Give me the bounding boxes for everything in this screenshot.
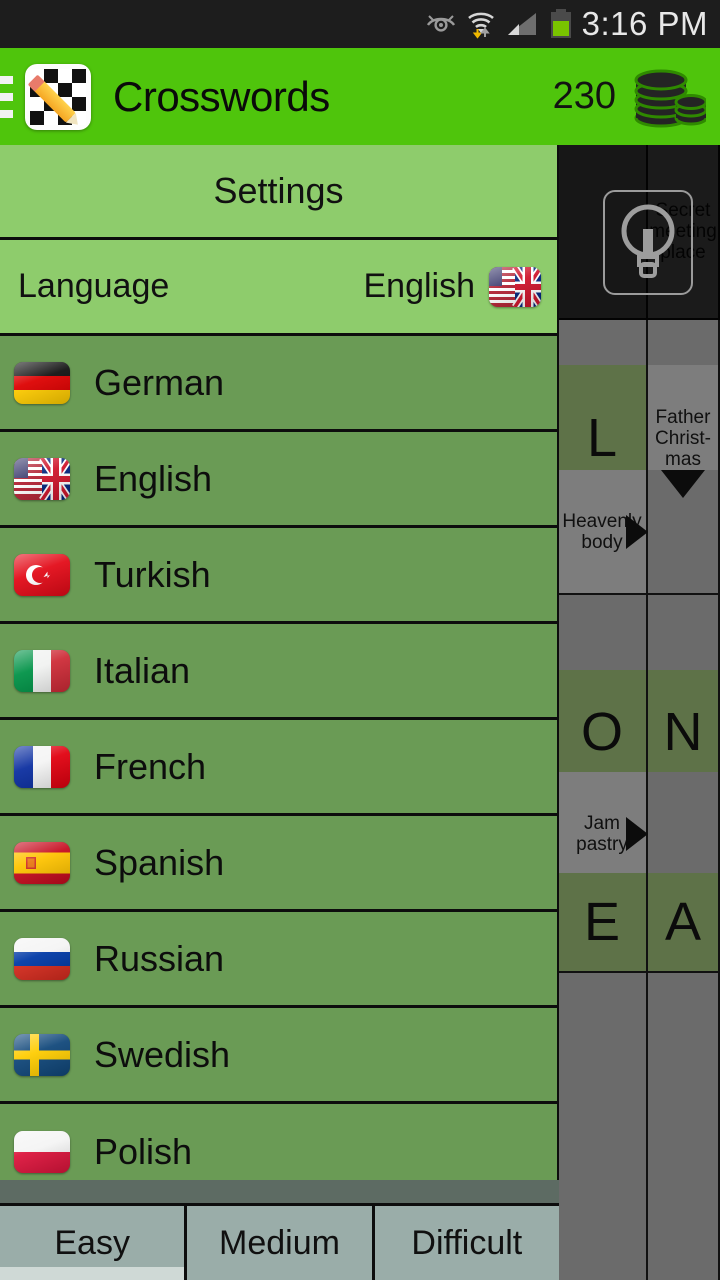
crossword-letter-cell[interactable]: A: [648, 873, 720, 973]
tab-medium[interactable]: Medium: [187, 1206, 375, 1280]
language-label: Language: [18, 267, 170, 305]
flag-pl-icon: [14, 1131, 70, 1173]
coins-icon: [630, 66, 708, 128]
letter-text: O: [580, 701, 623, 762]
language-list-item-italian[interactable]: Italian: [0, 624, 557, 720]
letter-text: A: [664, 892, 702, 952]
flag-us-uk-icon: [489, 266, 541, 307]
language-list-item-swedish[interactable]: Swedish: [0, 1008, 557, 1104]
app-title: Crosswords: [113, 72, 330, 120]
tab-difficult[interactable]: Difficult: [374, 1206, 559, 1280]
language-name: French: [94, 745, 207, 787]
app-screen: 3:16 PM Crosswords 230 L Father Christ-m…: [0, 0, 720, 1280]
flag-fr-icon: [14, 745, 70, 788]
language-value: English: [363, 267, 475, 305]
language-name: Spanish: [94, 841, 225, 883]
status-bar-icons: [426, 9, 572, 39]
tab-label: Easy: [54, 1223, 130, 1262]
hamburger-menu-icon[interactable]: [0, 75, 13, 118]
settings-panel: Settings Language English German English…: [0, 145, 559, 1205]
language-name: Polish: [94, 1131, 193, 1172]
language-list-item-spanish[interactable]: Spanish: [0, 816, 557, 912]
status-bar-clock: 3:16 PM: [581, 5, 708, 42]
language-setting-row[interactable]: Language English: [0, 240, 557, 336]
status-bar: 3:16 PM: [0, 0, 720, 48]
flag-es-icon: [14, 841, 70, 884]
page-title: Settings: [213, 170, 344, 211]
crossword-cell[interactable]: [558, 973, 648, 1280]
letter-text: N: [663, 701, 703, 762]
crossword-app-icon: [25, 63, 91, 130]
smart-stay-eye-icon: [426, 13, 456, 35]
language-list-item-russian[interactable]: Russian: [0, 912, 557, 1008]
letter-text: L: [586, 408, 618, 468]
crossword-arrow-right-icon: [626, 515, 648, 549]
language-list-item-turkish[interactable]: Turkish: [0, 528, 557, 624]
coin-count: 230: [552, 75, 616, 117]
crossword-letter-cell[interactable]: E: [558, 873, 648, 973]
wifi-icon: [466, 9, 496, 39]
flag-it-icon: [14, 649, 70, 692]
flag-se-icon: [14, 1033, 70, 1076]
panel-bottom-strip: [0, 1180, 559, 1203]
crossword-cell[interactable]: [648, 973, 720, 1280]
language-name: English: [94, 457, 213, 499]
app-bar: Crosswords 230: [0, 48, 720, 145]
clue-text: Father Christ-mas: [655, 406, 711, 470]
language-name: Turkish: [94, 553, 211, 595]
crossword-arrow-down-icon: [661, 470, 705, 498]
flag-us-uk-icon: [14, 457, 70, 500]
cellular-signal-icon: [506, 11, 540, 37]
language-name: Russian: [94, 937, 225, 979]
flag-ru-icon: [14, 937, 70, 980]
flag-tr-icon: [14, 553, 70, 596]
lightbulb-hint-button[interactable]: [603, 190, 693, 295]
language-list-item-english[interactable]: English: [0, 432, 557, 528]
flag-de-icon: [14, 361, 70, 404]
battery-icon: [550, 9, 572, 39]
coin-balance[interactable]: 230: [552, 66, 708, 128]
difficulty-tab-bar: Easy Medium Difficult: [0, 1203, 559, 1280]
letter-text: E: [583, 892, 621, 952]
lightbulb-hint-icon: [617, 199, 679, 286]
settings-header: Settings: [0, 145, 557, 240]
language-list-item-german[interactable]: German: [0, 336, 557, 432]
tab-selected-indicator: [0, 1267, 185, 1280]
crossword-arrow-right-icon: [626, 817, 648, 851]
language-list-item-french[interactable]: French: [0, 720, 557, 816]
language-name: Italian: [94, 649, 191, 691]
language-name: Swedish: [94, 1033, 231, 1075]
tab-label: Medium: [219, 1223, 340, 1262]
tab-easy[interactable]: Easy: [0, 1206, 188, 1280]
language-name: German: [94, 361, 225, 403]
tab-label: Difficult: [411, 1223, 523, 1262]
